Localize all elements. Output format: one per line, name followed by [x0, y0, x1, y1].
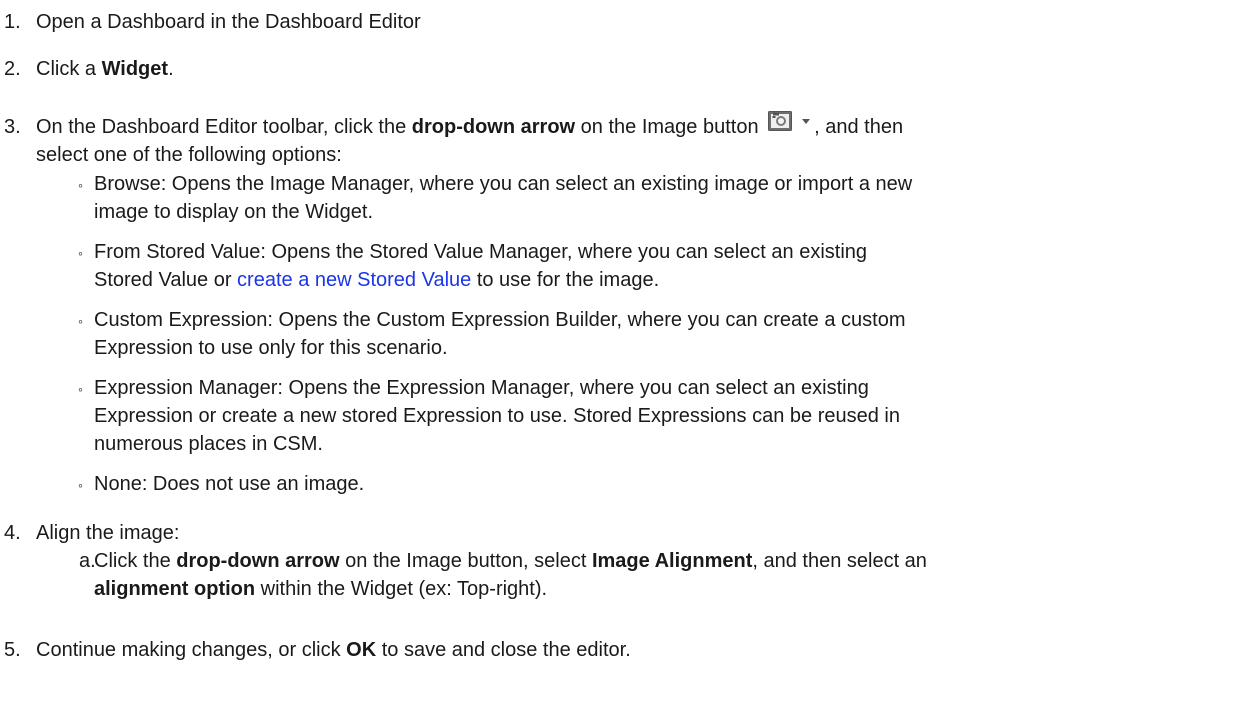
drop-down-arrow-term: drop-down arrow: [411, 116, 576, 138]
step-text: Align the image:: [36, 522, 180, 544]
step-text: Open a Dashboard in the Dashboard Editor: [36, 11, 421, 33]
option-custom-expression: Custom Expression: Opens the Custom Expr…: [94, 309, 906, 359]
step-number: 2.: [4, 58, 21, 80]
bullet: ◦: [78, 381, 83, 397]
bullet: ◦: [78, 177, 83, 193]
step-text: Click a: [36, 58, 102, 80]
image-button: [768, 110, 814, 133]
camera-icon: [768, 110, 793, 131]
option-none: None: Does not use an image.: [94, 473, 365, 495]
option-from-stored-value: From Stored Value: Opens the Stored Valu…: [94, 241, 868, 291]
bullet: ◦: [78, 245, 83, 261]
widget-term: Widget: [101, 58, 169, 80]
step-number: 5.: [4, 639, 21, 661]
option-browse: Browse: Opens the Image Manager, where y…: [94, 173, 913, 223]
option-expression-manager: Expression Manager: Opens the Expression…: [94, 377, 900, 455]
ok-term: OK: [346, 639, 377, 661]
bullet: ◦: [78, 313, 83, 329]
step-text: Continue making changes, or click: [36, 639, 347, 661]
create-stored-value-link[interactable]: create a new Stored Value: [237, 269, 471, 291]
bullet: ◦: [78, 477, 83, 493]
step-number: 3.: [4, 116, 21, 138]
sub-step-a: Click the drop-down arrow on the Image b…: [94, 550, 927, 600]
step-number: 1.: [4, 11, 21, 33]
step-number: 4.: [4, 522, 21, 544]
chevron-down-icon: [802, 118, 811, 124]
instructions-document: 1. Open a Dashboard in the Dashboard Edi…: [0, 0, 1240, 723]
